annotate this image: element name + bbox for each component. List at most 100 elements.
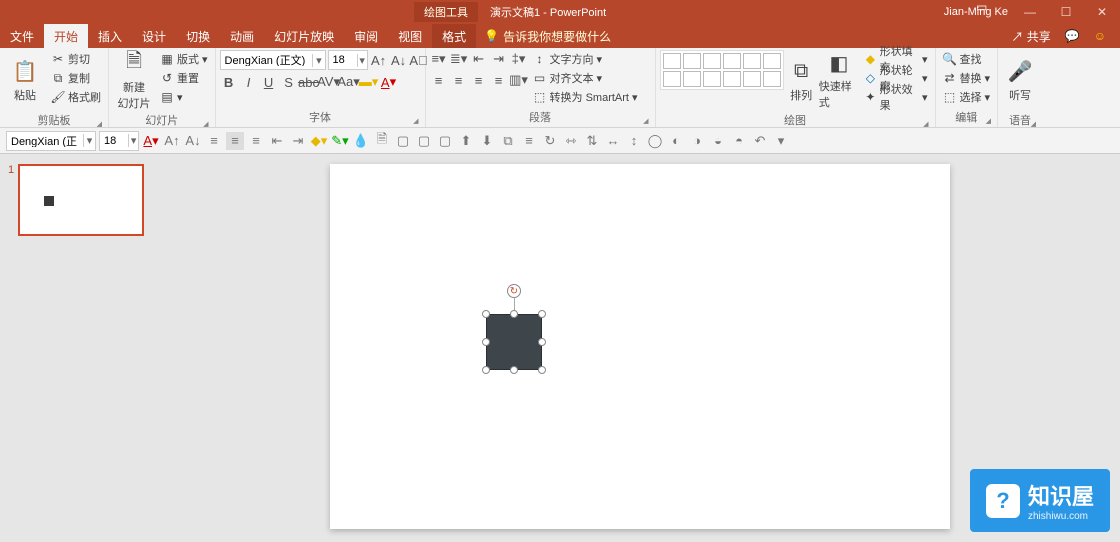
resize-handle-t[interactable] [510,310,518,318]
tab-file[interactable]: 文件 [0,24,44,48]
qat-bring-front[interactable]: ⬆ [457,132,475,150]
qat-indent-inc[interactable]: ⇥ [289,132,307,150]
tab-home[interactable]: 开始 [44,24,88,48]
justify-button[interactable]: ≡ [490,71,508,89]
align-text-button[interactable]: ▭对齐文本 ▾ [530,69,641,87]
tab-slideshow[interactable]: 幻灯片放映 [264,24,344,48]
resize-handle-l[interactable] [482,338,490,346]
bullets-button[interactable]: ≡▾ [430,50,448,68]
rotate-handle[interactable]: ↻ [507,284,521,298]
bold-button[interactable]: B [220,73,238,91]
char-spacing-button[interactable]: AV▾ [320,73,338,91]
font-name-combo[interactable]: ▾ [220,50,326,70]
qat-merge[interactable]: ◯ [646,132,664,150]
align-right-button[interactable]: ≡ [470,71,488,89]
qat-more[interactable]: ▾ [772,132,790,150]
qat-combine[interactable]: ◐ [667,132,685,150]
columns-button[interactable]: ▥▾ [510,71,528,89]
minimize-button[interactable]: — [1012,0,1048,24]
qat-height[interactable]: ↕ [625,132,643,150]
qat-align-center[interactable]: ≡ [226,132,244,150]
paste-button[interactable]: 📋 粘贴 [4,50,46,110]
qat-fill[interactable]: ◆▾ [310,132,328,150]
qat-indent-dec[interactable]: ⇤ [268,132,286,150]
qat-send-back[interactable]: ⬇ [478,132,496,150]
copy-button[interactable]: ⧉复制 [48,69,104,87]
resize-handle-r[interactable] [538,338,546,346]
decrease-font-icon[interactable]: A↓ [390,51,408,69]
section-button[interactable]: ▤▾ [157,88,211,106]
comments-icon[interactable]: 💬 [1065,29,1080,43]
cut-button[interactable]: ✂剪切 [48,50,104,68]
format-painter-button[interactable]: 🖌格式刷 [48,88,104,106]
tab-design[interactable]: 设计 [132,24,176,48]
tell-me[interactable]: 💡 告诉我你想要做什么 [476,24,619,48]
font-name-input[interactable] [221,54,313,66]
ribbon-display-icon[interactable]: ▭ [976,0,1012,24]
underline-button[interactable]: U [260,73,278,91]
tab-insert[interactable]: 插入 [88,24,132,48]
qat-font-color[interactable]: A▾ [142,132,160,150]
qat-outline[interactable]: ✎▾ [331,132,349,150]
close-button[interactable]: ✕ [1084,0,1120,24]
font-size-combo[interactable]: ▾ [328,50,368,70]
selected-shape[interactable]: ↻ [486,314,542,370]
qat-undo[interactable]: ↶ [751,132,769,150]
find-button[interactable]: 🔍查找 [940,50,994,68]
font-color-button[interactable]: A▾ [380,73,398,91]
line-spacing-button[interactable]: ‡▾ [510,50,528,68]
qat-intersect[interactable]: ◒ [709,132,727,150]
align-left-button[interactable]: ≡ [430,71,448,89]
text-direction-button[interactable]: ↕文字方向 ▾ [530,50,641,68]
qat-dist-h[interactable]: ⇿ [562,132,580,150]
rectangle-shape[interactable] [486,314,542,370]
resize-handle-tl[interactable] [482,310,490,318]
shape-effects-button[interactable]: ✦形状效果 ▾ [861,88,930,106]
qat-rotate[interactable]: ↻ [541,132,559,150]
tab-review[interactable]: 审阅 [344,24,388,48]
qat-box1[interactable]: ▢ [394,132,412,150]
select-button[interactable]: ⬚选择 ▾ [940,88,994,106]
shadow-button[interactable]: S [280,73,298,91]
qat-eyedropper[interactable]: 💧 [352,132,370,150]
font-size-input[interactable] [329,54,357,66]
reset-button[interactable]: ↺重置 [157,69,211,87]
qat-subtract[interactable]: ◑ [688,132,706,150]
dictate-button[interactable]: 🎤听写 [1002,50,1038,110]
share-button[interactable]: ↗ 共享 [1011,28,1050,45]
qat-font-combo[interactable]: ▾ [6,131,96,151]
qat-group[interactable]: ⧉ [499,132,517,150]
qat-box2[interactable]: ▢ [415,132,433,150]
highlight-button[interactable]: ▬▾ [360,73,378,91]
qat-new[interactable]: 🗎 [373,132,391,150]
qat-dist-v[interactable]: ⇅ [583,132,601,150]
layout-button[interactable]: ▦版式 ▾ [157,50,211,68]
qat-size-combo[interactable]: ▾ [99,131,139,151]
tab-view[interactable]: 视图 [388,24,432,48]
change-case-button[interactable]: Aa▾ [340,73,358,91]
maximize-button[interactable]: ☐ [1048,0,1084,24]
qat-grow-font[interactable]: A↑ [163,132,181,150]
slide[interactable]: ↻ [330,164,950,529]
tab-format[interactable]: 格式 [432,24,476,48]
smiley-icon[interactable]: ☺ [1094,29,1106,43]
resize-handle-tr[interactable] [538,310,546,318]
italic-button[interactable]: I [240,73,258,91]
numbering-button[interactable]: ≣▾ [450,50,468,68]
replace-button[interactable]: ⇄替换 ▾ [940,69,994,87]
qat-align-left[interactable]: ≡ [205,132,223,150]
resize-handle-b[interactable] [510,366,518,374]
qat-shrink-font[interactable]: A↓ [184,132,202,150]
thumbnail-item[interactable]: 1 [8,164,152,236]
increase-indent-button[interactable]: ⇥ [490,50,508,68]
thumbnail-preview[interactable] [18,164,144,236]
decrease-indent-button[interactable]: ⇤ [470,50,488,68]
align-center-button[interactable]: ≡ [450,71,468,89]
qat-width[interactable]: ↔ [604,132,622,150]
arrange-button[interactable]: ⧉排列 [786,50,817,110]
quick-styles-button[interactable]: ◧快速样式 [819,50,859,110]
new-slide-button[interactable]: 🗎 新建 幻灯片 [113,50,155,110]
qat-box3[interactable]: ▢ [436,132,454,150]
qat-align-right[interactable]: ≡ [247,132,265,150]
shapes-gallery[interactable] [660,50,784,90]
